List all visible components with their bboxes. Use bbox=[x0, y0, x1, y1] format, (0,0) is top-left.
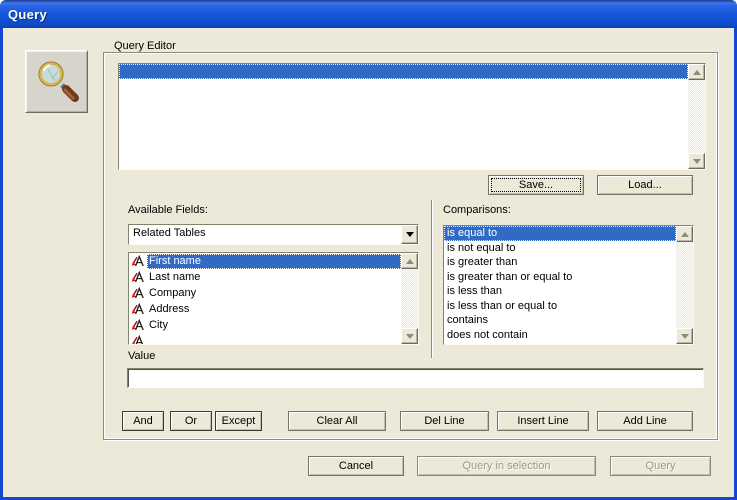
text-field-icon bbox=[131, 287, 144, 299]
scroll-up-button[interactable] bbox=[676, 226, 693, 242]
field-item-label[interactable]: Address bbox=[147, 302, 199, 317]
text-field-icon bbox=[131, 319, 144, 331]
query-button[interactable]: Query bbox=[610, 456, 711, 476]
text-field-icon bbox=[131, 303, 144, 315]
except-button[interactable]: Except bbox=[215, 411, 262, 431]
field-list-item[interactable]: City bbox=[129, 317, 401, 333]
comparison-item[interactable]: is equal to bbox=[444, 226, 676, 241]
up-arrow-icon bbox=[681, 232, 689, 237]
field-item-label[interactable] bbox=[147, 341, 159, 342]
query-lines-list[interactable] bbox=[118, 63, 706, 170]
window-title: Query bbox=[8, 7, 47, 22]
comparison-item[interactable]: does not contain bbox=[444, 328, 676, 343]
dropdown-selected-value: Related Tables bbox=[129, 225, 401, 244]
value-input[interactable] bbox=[127, 368, 704, 388]
scroll-down-button[interactable] bbox=[688, 153, 705, 169]
scroll-up-button[interactable] bbox=[401, 253, 418, 269]
up-arrow-icon bbox=[406, 259, 414, 264]
field-list-item[interactable]: Address bbox=[129, 301, 401, 317]
comparison-item[interactable]: is less than or equal to bbox=[444, 299, 676, 314]
text-field-icon bbox=[131, 271, 144, 283]
comparison-item[interactable]: is less than bbox=[444, 284, 676, 299]
scroll-down-button[interactable] bbox=[676, 328, 693, 344]
del-line-button[interactable]: Del Line bbox=[400, 411, 489, 431]
text-field-icon bbox=[131, 335, 144, 344]
value-label: Value bbox=[128, 350, 155, 362]
query-line-row-selected[interactable] bbox=[119, 64, 688, 79]
field-list-item[interactable]: First name bbox=[129, 253, 401, 269]
add-line-button[interactable]: Add Line bbox=[597, 411, 693, 431]
comparisons-list[interactable]: is equal to is not equal to is greater t… bbox=[443, 225, 694, 345]
field-item-label[interactable]: City bbox=[147, 318, 178, 333]
scroll-down-button[interactable] bbox=[401, 328, 418, 344]
clear-all-button[interactable]: Clear All bbox=[288, 411, 386, 431]
and-button[interactable]: And bbox=[122, 411, 164, 431]
query-dialog: Query Query Editor bbox=[0, 0, 737, 500]
comparison-item[interactable]: is not equal to bbox=[444, 241, 676, 256]
column-divider bbox=[431, 200, 433, 358]
fields-table-dropdown[interactable]: Related Tables bbox=[128, 224, 419, 245]
comparison-item[interactable]: is greater than bbox=[444, 255, 676, 270]
field-item-label[interactable]: First name bbox=[147, 254, 401, 269]
fields-list-content[interactable]: First name Last name Company Address Cit… bbox=[129, 253, 401, 344]
comparisons-label: Comparisons: bbox=[443, 204, 511, 216]
comparisons-scrollbar[interactable] bbox=[676, 226, 693, 344]
query-editor-group-label: Query Editor bbox=[110, 40, 180, 52]
field-list-item-partial[interactable] bbox=[129, 333, 401, 344]
dropdown-button[interactable] bbox=[401, 225, 418, 244]
available-fields-label: Available Fields: bbox=[128, 204, 208, 216]
query-in-selection-button[interactable]: Query in selection bbox=[417, 456, 596, 476]
up-arrow-icon bbox=[693, 70, 701, 75]
comparisons-list-content[interactable]: is equal to is not equal to is greater t… bbox=[444, 226, 676, 344]
field-item-label[interactable]: Last name bbox=[147, 270, 210, 285]
load-button[interactable]: Load... bbox=[597, 175, 693, 195]
insert-line-button[interactable]: Insert Line bbox=[497, 411, 589, 431]
field-list-item[interactable]: Last name bbox=[129, 269, 401, 285]
comparison-item[interactable]: contains bbox=[444, 313, 676, 328]
query-lines-content[interactable] bbox=[119, 64, 688, 169]
chevron-down-icon bbox=[406, 232, 414, 237]
dialog-icon-plaque bbox=[25, 50, 88, 113]
fields-list-scrollbar[interactable] bbox=[401, 253, 418, 344]
titlebar[interactable]: Query bbox=[0, 0, 737, 28]
query-lines-scrollbar[interactable] bbox=[688, 64, 705, 169]
available-fields-list[interactable]: First name Last name Company Address Cit… bbox=[128, 252, 419, 345]
text-field-icon bbox=[131, 255, 144, 267]
cancel-button[interactable]: Cancel bbox=[308, 456, 404, 476]
dialog-body: Query Editor Save... Load... Available F… bbox=[3, 28, 734, 497]
comparison-item[interactable]: is greater than or equal to bbox=[444, 270, 676, 285]
magnifier-icon bbox=[34, 57, 80, 106]
or-button[interactable]: Or bbox=[170, 411, 212, 431]
down-arrow-icon bbox=[406, 334, 414, 339]
field-list-item[interactable]: Company bbox=[129, 285, 401, 301]
save-button[interactable]: Save... bbox=[488, 175, 584, 195]
scroll-up-button[interactable] bbox=[688, 64, 705, 80]
down-arrow-icon bbox=[693, 159, 701, 164]
field-item-label[interactable]: Company bbox=[147, 286, 206, 301]
down-arrow-icon bbox=[681, 334, 689, 339]
